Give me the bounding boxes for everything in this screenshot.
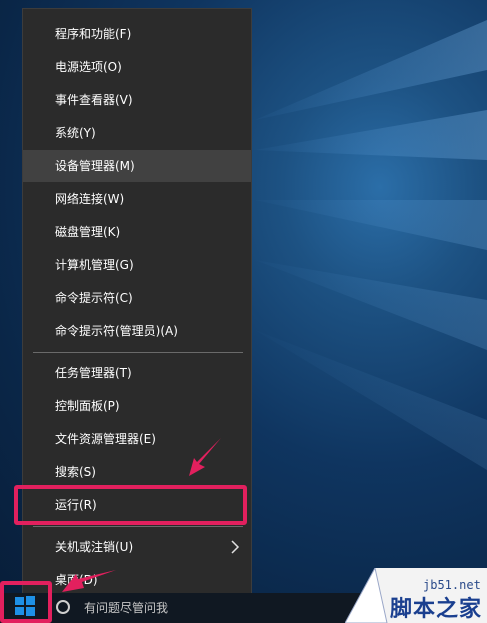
menu-item-network-connections[interactable]: 网络连接(W): [23, 186, 251, 212]
menu-separator: [33, 352, 243, 353]
menu-item-programs-features[interactable]: 程序和功能(F): [23, 21, 251, 47]
menu-item-device-manager[interactable]: 设备管理器(M): [23, 150, 251, 182]
menu-item-event-viewer[interactable]: 事件查看器(V): [23, 87, 251, 113]
menu-item-computer-management[interactable]: 计算机管理(G): [23, 252, 251, 278]
menu-item-label: 关机或注销(U): [55, 540, 134, 554]
menu-item-disk-management[interactable]: 磁盘管理(K): [23, 219, 251, 245]
menu-item-task-manager[interactable]: 任务管理器(T): [23, 360, 251, 386]
run-highlight-box: [14, 485, 247, 525]
menu-separator: [33, 526, 243, 527]
menu-item-system[interactable]: 系统(Y): [23, 120, 251, 146]
menu-item-command-prompt[interactable]: 命令提示符(C): [23, 285, 251, 311]
pointer-arrow-icon: [62, 570, 116, 592]
menu-item-command-prompt-admin[interactable]: 命令提示符(管理员)(A): [23, 318, 251, 344]
menu-item-desktop[interactable]: 桌面(D): [23, 567, 251, 593]
chevron-right-icon: [231, 540, 240, 554]
taskbar-search-box[interactable]: 有问题尽管问我: [48, 593, 338, 623]
watermark-name: 脚本之家: [390, 596, 483, 622]
watermark-url: jb51.net: [423, 578, 481, 592]
menu-item-control-panel[interactable]: 控制面板(P): [23, 393, 251, 419]
start-highlight-box: [0, 581, 52, 623]
menu-item-power-options[interactable]: 电源选项(O): [23, 54, 251, 80]
menu-item-shutdown-signout[interactable]: 关机或注销(U): [23, 534, 251, 560]
pointer-arrow-icon: [189, 438, 221, 476]
